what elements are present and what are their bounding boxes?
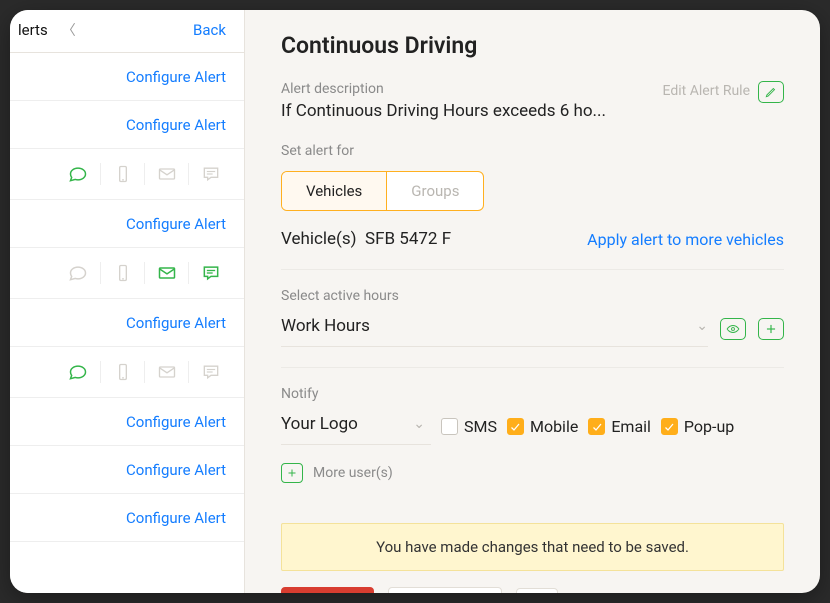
notify-user-value: Your Logo [281, 414, 358, 434]
plus-icon [286, 467, 298, 479]
sidebar-item[interactable] [10, 347, 244, 398]
configure-alert-link[interactable]: Configure Alert [126, 461, 226, 479]
scope-segmented: Vehicles Groups [281, 171, 484, 211]
sidebar-item[interactable]: Configure Alert [10, 53, 244, 101]
sidebar-title: lerts [18, 21, 48, 39]
sidebar-header: lerts 〈 Back [10, 10, 244, 53]
view-hours-button[interactable] [720, 318, 746, 340]
configure-alert-link[interactable]: Configure Alert [126, 314, 226, 332]
more-users-label: More user(s) [313, 465, 393, 481]
main-panel: Continuous Driving Alert description If … [245, 10, 820, 593]
active-hours-select[interactable]: Work Hours ⌄ [281, 310, 708, 347]
configure-alert-link[interactable]: Configure Alert [126, 116, 226, 134]
mobile-icon[interactable] [100, 163, 144, 185]
sidebar-item[interactable]: Configure Alert [10, 299, 244, 347]
checkbox-icon [588, 418, 605, 435]
sidebar: lerts 〈 Back Configure Alert Configure A… [10, 10, 245, 593]
unsaved-changes-banner: You have made changes that need to be sa… [281, 523, 784, 571]
message-icon[interactable] [188, 361, 232, 383]
chat-icon[interactable] [56, 361, 100, 383]
apply-more-vehicles-link[interactable]: Apply alert to more vehicles [587, 230, 784, 249]
vehicle-selection: Vehicle(s) SFB 5472 F [281, 229, 451, 249]
sidebar-item[interactable] [10, 149, 244, 200]
chevron-down-icon[interactable]: 〈 [62, 20, 76, 40]
notify-sms-checkbox[interactable]: SMS [441, 417, 497, 436]
set-alert-label: Set alert for [281, 143, 784, 159]
sidebar-item[interactable]: Configure Alert [10, 101, 244, 149]
sidebar-item[interactable]: Configure Alert [10, 446, 244, 494]
eye-icon [726, 322, 740, 336]
chat-icon[interactable] [56, 163, 100, 185]
mail-icon[interactable] [144, 163, 188, 185]
message-icon[interactable] [188, 163, 232, 185]
mobile-icon[interactable] [100, 361, 144, 383]
configure-alert-link[interactable]: Configure Alert [126, 215, 226, 233]
add-hours-button[interactable] [758, 318, 784, 340]
action-bar: SAVE CANCEL [281, 587, 784, 593]
sidebar-item[interactable]: Configure Alert [10, 200, 244, 248]
checkbox-icon [507, 418, 524, 435]
message-icon[interactable] [188, 262, 232, 284]
active-hours-value: Work Hours [281, 316, 370, 336]
mail-icon[interactable] [144, 361, 188, 383]
plus-icon [764, 322, 778, 336]
cancel-button[interactable]: CANCEL [388, 587, 502, 593]
notify-popup-checkbox[interactable]: Pop-up [661, 417, 734, 436]
active-hours-label: Select active hours [281, 288, 784, 304]
page-title: Continuous Driving [281, 32, 784, 59]
scope-groups-tab[interactable]: Groups [387, 172, 483, 210]
edit-rule-button[interactable] [758, 81, 784, 103]
configure-alert-link[interactable]: Configure Alert [126, 68, 226, 86]
chevron-down-icon: ⌄ [696, 318, 708, 334]
description-label: Alert description [281, 81, 606, 97]
checkbox-icon [441, 418, 458, 435]
chat-icon[interactable] [56, 262, 100, 284]
notify-user-select[interactable]: Your Logo ⌄ [281, 408, 431, 445]
description-text: If Continuous Driving Hours exceeds 6 ho… [281, 101, 606, 121]
app-window: lerts 〈 Back Configure Alert Configure A… [10, 10, 820, 593]
configure-alert-link[interactable]: Configure Alert [126, 413, 226, 431]
configure-alert-link[interactable]: Configure Alert [126, 509, 226, 527]
back-link[interactable]: Back [193, 21, 226, 39]
pencil-icon [764, 85, 778, 99]
checkbox-icon [661, 418, 678, 435]
mail-icon[interactable] [144, 262, 188, 284]
delete-button[interactable] [516, 588, 558, 593]
sidebar-item[interactable]: Configure Alert [10, 494, 244, 542]
mobile-icon[interactable] [100, 262, 144, 284]
sidebar-item[interactable] [10, 248, 244, 299]
save-button[interactable]: SAVE [281, 587, 374, 593]
chevron-down-icon: ⌄ [413, 416, 425, 432]
sidebar-item[interactable]: Configure Alert [10, 398, 244, 446]
edit-rule-label: Edit Alert Rule [663, 83, 750, 101]
notify-mobile-checkbox[interactable]: Mobile [507, 417, 578, 436]
scope-vehicles-tab[interactable]: Vehicles [282, 172, 387, 210]
notify-label: Notify [281, 386, 784, 402]
sidebar-list: Configure Alert Configure Alert Configur… [10, 53, 244, 593]
add-user-button[interactable] [281, 463, 303, 483]
notify-email-checkbox[interactable]: Email [588, 417, 651, 436]
